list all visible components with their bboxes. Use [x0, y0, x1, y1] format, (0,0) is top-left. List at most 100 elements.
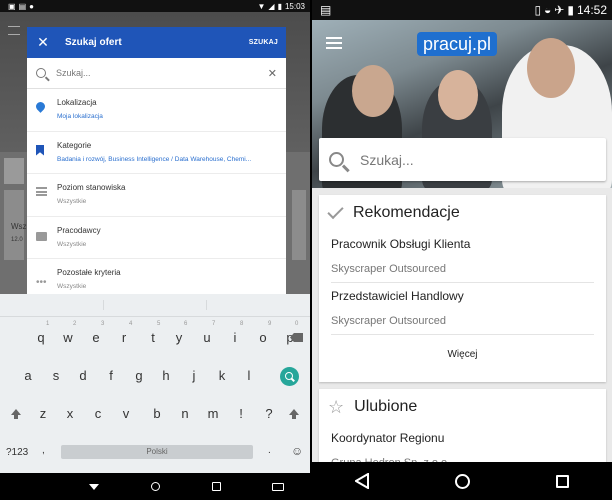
dimmed-text-2: 12.0 [11, 237, 23, 243]
hide-keyboard-icon[interactable] [89, 483, 100, 490]
key-h[interactable]: h [153, 368, 179, 383]
key-w[interactable]: w [55, 330, 81, 345]
status-bar: ▤ ▯ ◒ ✈ ▮ 14:52 [312, 0, 612, 20]
key-s[interactable]: s [43, 368, 69, 383]
card-header: Rekomendacje [319, 195, 606, 231]
recent-apps-icon[interactable] [556, 474, 569, 488]
check-icon [327, 202, 344, 220]
clear-icon[interactable]: ✕ [268, 67, 277, 80]
key-hint-8: 8 [240, 321, 244, 327]
search-dialog: ✕ Szukaj ofert SZUKAJ ✕ Lokalizacja Moja… [27, 27, 286, 294]
key-i[interactable]: i [222, 330, 248, 345]
filter-label: Lokalizacja [57, 98, 97, 107]
key-m[interactable]: m [200, 406, 226, 421]
shift-icon[interactable] [11, 409, 21, 419]
dialog-header: ✕ Szukaj ofert SZUKAJ [27, 27, 286, 58]
shift-right-icon[interactable] [289, 409, 299, 419]
key-l[interactable]: l [236, 368, 262, 383]
key-hint-2: 2 [73, 321, 77, 327]
key-r[interactable]: r [111, 330, 137, 345]
dimmed-card-right [292, 190, 306, 260]
key-b[interactable]: b [144, 406, 170, 421]
key-f[interactable]: f [98, 368, 124, 383]
recommendations-card: Rekomendacje Pracownik Obsługi Klienta S… [319, 195, 606, 382]
home-icon[interactable] [455, 473, 470, 489]
filter-value: Wszystkie [57, 198, 87, 205]
signal-icon: ◢ [268, 1, 275, 11]
filter-value: Moja lokalizacja [57, 113, 103, 120]
back-icon[interactable] [355, 473, 369, 489]
key-z[interactable]: z [30, 406, 56, 421]
key-e[interactable]: e [83, 330, 109, 345]
key-u[interactable]: u [194, 330, 220, 345]
key-x[interactable]: x [57, 406, 83, 421]
key-j[interactable]: j [181, 368, 207, 383]
dimmed-text-1: Wsz [11, 222, 27, 231]
symbols-key[interactable]: ?123 [6, 447, 28, 458]
key-v[interactable]: v [113, 406, 139, 421]
key-hint-9: 9 [268, 321, 272, 327]
list-icon [36, 187, 47, 198]
key-exclamation[interactable]: ! [228, 406, 254, 421]
search-input[interactable] [360, 151, 596, 168]
job-list-item[interactable]: Przedstawiciel Handlowy Skyscraper Outso… [331, 283, 594, 335]
key-y[interactable]: y [166, 330, 192, 345]
emoji-icon[interactable]: ☺ [291, 444, 303, 458]
key-t[interactable]: t [140, 330, 166, 345]
status-time: 14:52 [576, 3, 607, 17]
filter-position-level[interactable]: Poziom stanowiska Wszystkie [27, 174, 286, 217]
key-q[interactable]: q [28, 330, 54, 345]
more-button[interactable]: Więcej [319, 335, 606, 360]
photo-person-head [438, 70, 478, 120]
app-logo: pracuj.pl [417, 32, 498, 56]
job-list-item[interactable]: Pracownik Obsługi Klienta Skyscraper Out… [331, 231, 594, 283]
filter-categories[interactable]: Kategorie Badania i rozwój, Business Int… [27, 132, 286, 174]
card-header: ☆ Ulubione [319, 389, 606, 425]
vibrate-icon: ▯ [534, 3, 542, 17]
key-hint-1: 1 [46, 321, 50, 327]
battery-icon: ▮ [567, 3, 574, 17]
key-a[interactable]: a [15, 368, 41, 383]
key-c[interactable]: c [85, 406, 111, 421]
period-key[interactable]: . [268, 445, 271, 456]
notification-icon: ▣ [8, 1, 16, 11]
card-title: Rekomendacje [353, 204, 460, 221]
key-n[interactable]: n [172, 406, 198, 421]
keyboard-switch-icon[interactable] [272, 482, 285, 491]
key-o[interactable]: o [250, 330, 276, 345]
navigation-bar [312, 462, 612, 500]
search-icon [36, 68, 46, 78]
right-phone-screen: ▤ ▯ ◒ ✈ ▮ 14:52 pracuj.pl Rekomendacje P… [312, 0, 612, 500]
keyboard-search-key[interactable] [280, 367, 299, 386]
comma-key[interactable]: , [42, 445, 45, 456]
job-title: Koordynator Regionu [331, 431, 445, 445]
filter-value: Wszystkie [57, 240, 87, 248]
dimmed-search-bar [4, 158, 24, 184]
search-icon [329, 152, 344, 167]
dimmed-menu-icon [8, 26, 20, 35]
key-d[interactable]: d [70, 368, 96, 383]
left-phone-screen: ▣ ▤ ● ▼ ◢ ▮ 15:03 Wsz 12.0 ✕ Szukaj ofer… [0, 0, 310, 500]
space-bar[interactable]: Polski [61, 445, 253, 459]
main-search-bar[interactable] [319, 138, 606, 181]
key-hint-3: 3 [101, 321, 105, 327]
key-hint-4: 4 [129, 321, 133, 327]
key-g[interactable]: g [126, 368, 152, 383]
soft-keyboard: q w e r t y u i o p 1 2 3 4 5 6 7 8 9 0 … [0, 294, 310, 473]
key-k[interactable]: k [209, 368, 235, 383]
star-icon: ☆ [328, 397, 345, 417]
home-icon[interactable] [150, 482, 160, 491]
search-input[interactable] [56, 68, 268, 78]
key-question[interactable]: ? [256, 406, 282, 421]
filter-employers[interactable]: Pracodawcy Wszystkie [27, 217, 286, 259]
filter-location[interactable]: Lokalizacja Moja lokalizacja [27, 89, 286, 132]
battery-icon: ▮ [277, 1, 282, 11]
menu-icon[interactable] [326, 37, 342, 49]
filter-label: Pozostałe kryteria [57, 268, 121, 277]
briefcase-icon [36, 230, 47, 241]
recent-apps-icon[interactable] [211, 482, 221, 491]
dialog-search-bar: ✕ [27, 58, 286, 89]
key-hint-0: 0 [295, 321, 299, 327]
search-submit-button[interactable]: SZUKAJ [249, 39, 278, 46]
close-icon[interactable]: ✕ [35, 34, 51, 51]
